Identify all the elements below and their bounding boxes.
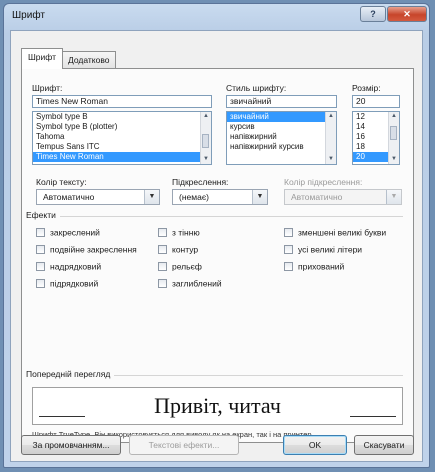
scroll-thumb[interactable] (390, 126, 397, 140)
preview-text: Привіт, читач (154, 393, 281, 418)
style-list-item[interactable]: курсив (227, 122, 336, 132)
checkbox-box[interactable] (36, 245, 45, 255)
effect-checkbox[interactable]: усі великі літери (284, 244, 362, 256)
underline-label: Підкреслення: (172, 177, 229, 187)
effect-label: зменшені великі букви (298, 227, 387, 238)
checkbox-box[interactable] (284, 262, 293, 272)
style-input[interactable]: звичайний (226, 95, 337, 108)
effect-checkbox[interactable]: закреслений (36, 227, 100, 239)
effect-checkbox[interactable]: підрядковий (36, 278, 98, 290)
underline-value: (немає) (179, 192, 209, 202)
style-list-item[interactable]: звичайний (227, 112, 336, 122)
effects-divider (32, 216, 403, 217)
font-list-scrollbar[interactable]: ▲ ▼ (200, 112, 211, 164)
effect-checkbox[interactable]: зменшені великі букви (284, 227, 386, 239)
preview-baseline-right (350, 416, 396, 417)
effect-checkbox[interactable]: контур (158, 244, 198, 256)
checkbox-box[interactable] (158, 262, 167, 272)
style-list[interactable]: звичайний курсив напівжирний напівжирний ку… (226, 111, 337, 165)
effect-checkbox[interactable]: прихований (284, 261, 344, 273)
checkbox-box[interactable] (36, 228, 45, 238)
effect-checkbox[interactable]: з тінню (158, 227, 200, 239)
text-effects-button[interactable]: Текстові ефекти... (129, 435, 239, 455)
help-button[interactable]: ? (360, 6, 386, 22)
checkbox-box[interactable] (36, 262, 45, 272)
font-list[interactable]: Symbol type B Symbol type B (plotter) Taho… (32, 111, 212, 165)
underline-combo[interactable]: (немає) ▼ (172, 189, 268, 205)
title-bar[interactable]: Шрифт ? ✕ (4, 4, 429, 30)
chevron-down-icon: ▼ (386, 190, 401, 204)
font-input[interactable]: Times New Roman (32, 95, 212, 108)
effect-checkbox[interactable]: рельєф (158, 261, 202, 273)
cancel-button[interactable]: Скасувати (354, 435, 414, 455)
dialog-body: Шрифт Додатково Шрифт: Times New Roman S… (10, 30, 423, 462)
scroll-down-icon[interactable]: ▼ (326, 155, 336, 164)
effect-label: прихований (298, 261, 345, 272)
effect-label: усі великі літери (298, 244, 363, 255)
size-label: Розмір: (352, 83, 381, 93)
ok-button[interactable]: OK (283, 435, 347, 455)
font-label: Шрифт: (32, 83, 63, 93)
style-label: Стиль шрифту: (226, 83, 287, 93)
underline-color-label: Колір підкреслення: (284, 177, 363, 187)
font-list-item[interactable]: Times New Roman (33, 152, 211, 162)
set-default-button[interactable]: За промовчанням... (21, 435, 121, 455)
scroll-up-icon[interactable]: ▲ (201, 112, 211, 121)
chevron-down-icon[interactable]: ▼ (252, 190, 267, 204)
text-color-label: Колір тексту: (36, 177, 87, 187)
effect-label: з тінню (172, 227, 200, 238)
style-list-item[interactable]: напівжирний (227, 132, 336, 142)
checkbox-box[interactable] (158, 228, 167, 238)
close-button[interactable]: ✕ (387, 6, 427, 22)
scroll-down-icon[interactable]: ▼ (389, 155, 399, 164)
font-list-item[interactable]: Tahoma (33, 132, 211, 142)
underline-color-value: Автоматично (291, 192, 343, 202)
underline-color-combo[interactable]: Автоматично ▼ (284, 189, 402, 205)
effect-label: підрядковий (50, 278, 99, 289)
effects-title: Ефекти (26, 210, 60, 220)
text-color-value: Автоматично (43, 192, 95, 202)
effect-label: заглиблений (172, 278, 222, 289)
preview-title: Попередній перегляд (26, 369, 115, 379)
tab-font[interactable]: Шрифт (21, 48, 63, 69)
tab-panel-font: Шрифт: Times New Roman Symbol type B Symb… (21, 68, 414, 443)
font-list-item[interactable]: Symbol type B (33, 112, 211, 122)
effect-checkbox[interactable]: надрядковий (36, 261, 101, 273)
checkbox-box[interactable] (284, 228, 293, 238)
size-list-scrollbar[interactable]: ▲ ▼ (388, 112, 399, 164)
checkbox-box[interactable] (284, 245, 293, 255)
preview-box: Привіт, читач (32, 387, 403, 425)
scroll-up-icon[interactable]: ▲ (326, 112, 336, 121)
window-title: Шрифт (12, 10, 45, 21)
style-list-item[interactable]: напівжирний курсив (227, 142, 336, 152)
font-list-item[interactable]: Tempus Sans ITC (33, 142, 211, 152)
font-list-item[interactable]: Symbol type B (plotter) (33, 122, 211, 132)
checkbox-box[interactable] (158, 245, 167, 255)
effect-checkbox[interactable]: подвійне закреслення (36, 244, 137, 256)
scroll-thumb[interactable] (202, 134, 209, 148)
text-color-combo[interactable]: Автоматично ▼ (36, 189, 160, 205)
effect-checkbox[interactable]: заглиблений (158, 278, 222, 290)
size-input[interactable]: 20 (352, 95, 400, 108)
tab-advanced[interactable]: Додатково (61, 51, 117, 68)
effect-label: контур (172, 244, 199, 255)
effect-label: закреслений (50, 227, 100, 238)
checkbox-box[interactable] (36, 279, 45, 289)
scroll-down-icon[interactable]: ▼ (201, 155, 211, 164)
scroll-up-icon[interactable]: ▲ (389, 112, 399, 121)
style-list-scrollbar[interactable]: ▲ ▼ (325, 112, 336, 164)
effect-label: рельєф (172, 261, 202, 272)
effect-label: подвійне закреслення (50, 244, 137, 255)
chevron-down-icon[interactable]: ▼ (144, 190, 159, 204)
font-dialog: Шрифт ? ✕ Шрифт Додатково Шрифт: Times N… (3, 3, 430, 468)
effect-label: надрядковий (50, 261, 102, 272)
size-list[interactable]: 12 14 16 18 20 ▲ ▼ (352, 111, 400, 165)
checkbox-box[interactable] (158, 279, 167, 289)
